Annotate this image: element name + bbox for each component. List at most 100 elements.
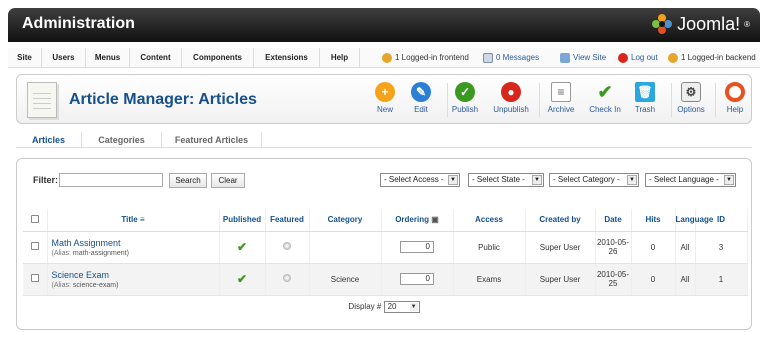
- status-view-site[interactable]: View Site: [560, 48, 606, 68]
- featured-off-icon: [283, 242, 291, 250]
- chevron-down-icon: ▼: [532, 175, 542, 185]
- status-view-site-text: View Site: [573, 53, 607, 62]
- status-backend-text: 1 Logged-in backend: [681, 53, 756, 62]
- date-cell: 2010-05-25: [595, 263, 632, 296]
- article-page-icon: [27, 82, 57, 118]
- featured-toggle[interactable]: [265, 263, 310, 296]
- article-title-link[interactable]: Math Assignment: [52, 238, 219, 248]
- menu-help[interactable]: Help: [320, 48, 360, 68]
- menu-content[interactable]: Content: [130, 48, 182, 68]
- chevron-down-icon: ▼: [409, 303, 418, 311]
- archive-icon: ≡: [551, 82, 571, 102]
- check-icon: ✓: [455, 82, 475, 102]
- article-alias: (Alias: science-exam): [51, 281, 119, 289]
- menu-site[interactable]: Site: [8, 48, 42, 68]
- published-toggle[interactable]: ✔: [219, 231, 266, 264]
- select-access[interactable]: - Select Access - ▼: [380, 173, 460, 187]
- page-title: Article Manager: Articles: [69, 91, 257, 108]
- help-button[interactable]: Help: [713, 80, 757, 114]
- articles-panel: Filter: Search Clear - Select Access - ▼ …: [16, 158, 752, 330]
- trash-icon: 🗑: [635, 82, 655, 102]
- id-cell: 3: [695, 231, 748, 264]
- archive-button[interactable]: ≡ Archive: [539, 80, 583, 114]
- unpublish-button[interactable]: ● Unpublish: [489, 80, 533, 114]
- row-checkbox[interactable]: [23, 231, 48, 264]
- tab-featured-articles[interactable]: Featured Articles: [162, 132, 262, 148]
- logo-text: Joomla!: [677, 13, 741, 34]
- col-title[interactable]: Title ≡: [47, 209, 220, 232]
- clear-button[interactable]: Clear: [211, 173, 245, 188]
- logo-registered: ®: [744, 19, 750, 29]
- options-button[interactable]: ⚙ Options: [669, 80, 713, 114]
- checkin-button-label: Check In: [589, 105, 621, 114]
- created-by-cell: Super User: [525, 231, 596, 264]
- select-state[interactable]: - Select State - ▼: [468, 173, 544, 187]
- tab-articles[interactable]: Articles: [16, 132, 82, 148]
- save-order-icon[interactable]: ▣: [431, 215, 439, 224]
- unpublish-icon: ●: [501, 82, 521, 102]
- logout-link[interactable]: Log out: [618, 48, 658, 68]
- publish-button[interactable]: ✓ Publish: [443, 80, 487, 114]
- status-frontend: 1 Logged-in frontend: [382, 48, 469, 68]
- options-icon: ⚙: [681, 82, 701, 102]
- filter-bar: Filter: Search Clear - Select Access - ▼ …: [17, 171, 751, 191]
- chevron-down-icon: ▼: [724, 175, 734, 185]
- menu-menus[interactable]: Menus: [86, 48, 130, 68]
- col-ordering[interactable]: Ordering ▣: [381, 209, 454, 232]
- access-cell: Public: [453, 231, 526, 264]
- table-row: Math Assignment (Alias: math-assignment)…: [23, 231, 748, 264]
- display-limit-select[interactable]: 20 ▼: [383, 301, 420, 313]
- users-icon: [382, 53, 392, 63]
- plus-icon: +: [375, 82, 395, 102]
- monitor-icon: [560, 53, 570, 63]
- table-header-row: Title ≡ Published Featured Category Orde…: [23, 209, 748, 232]
- tab-categories[interactable]: Categories: [82, 132, 162, 148]
- col-category[interactable]: Category: [309, 209, 382, 232]
- menu-extensions[interactable]: Extensions: [254, 48, 320, 68]
- menu-users[interactable]: Users: [42, 48, 86, 68]
- row-checkbox[interactable]: [23, 263, 48, 296]
- col-date[interactable]: Date: [595, 209, 632, 232]
- sort-icon: ≡: [139, 215, 145, 225]
- col-access[interactable]: Access: [453, 209, 526, 232]
- edit-button[interactable]: ✎ Edit: [399, 80, 443, 114]
- ordering-cell: 0: [381, 263, 454, 296]
- featured-off-icon: [283, 274, 291, 282]
- ordering-input[interactable]: 0: [400, 273, 434, 285]
- archive-button-label: Archive: [547, 105, 575, 114]
- select-category[interactable]: - Select Category - ▼: [549, 173, 639, 187]
- publish-button-label: Publish: [451, 105, 479, 114]
- select-language[interactable]: - Select Language - ▼: [645, 173, 736, 187]
- select-state-value: - Select State -: [472, 175, 525, 184]
- published-toggle[interactable]: ✔: [219, 263, 266, 296]
- col-created-by[interactable]: Created by: [525, 209, 596, 232]
- filter-search-input[interactable]: [59, 173, 163, 187]
- users-icon: [668, 53, 678, 63]
- col-published[interactable]: Published: [219, 209, 266, 232]
- ordering-cell: 0: [381, 231, 454, 264]
- status-messages[interactable]: 0 Messages: [483, 48, 539, 68]
- select-all-checkbox[interactable]: [23, 209, 48, 232]
- status-messages-text: 0 Messages: [496, 53, 540, 62]
- articles-table: Title ≡ Published Featured Category Orde…: [23, 209, 748, 296]
- help-icon: [725, 82, 745, 102]
- admin-header: Administration Joomla! ®: [8, 8, 760, 42]
- id-cell: 1: [695, 263, 748, 296]
- article-title-link[interactable]: Science Exam: [52, 270, 219, 280]
- admin-title: Administration: [22, 15, 135, 32]
- trash-button[interactable]: 🗑 Trash: [623, 80, 667, 114]
- search-button[interactable]: Search: [169, 173, 207, 188]
- checkin-button[interactable]: ✔ Check In: [583, 80, 627, 115]
- col-language[interactable]: Language: [675, 209, 713, 232]
- ordering-input[interactable]: 0: [400, 241, 434, 253]
- col-hits[interactable]: Hits: [631, 209, 676, 232]
- joomla-logo: Joomla! ®: [651, 13, 750, 35]
- col-featured[interactable]: Featured: [265, 209, 310, 232]
- menu-components[interactable]: Components: [182, 48, 254, 68]
- hits-cell: 0: [631, 231, 676, 264]
- submenu-tabs: Articles Categories Featured Articles: [16, 132, 752, 148]
- select-access-value: - Select Access -: [384, 175, 444, 184]
- created-by-cell: Super User: [525, 263, 596, 296]
- featured-toggle[interactable]: [265, 231, 310, 264]
- status-backend: 1 Logged-in backend: [668, 48, 756, 68]
